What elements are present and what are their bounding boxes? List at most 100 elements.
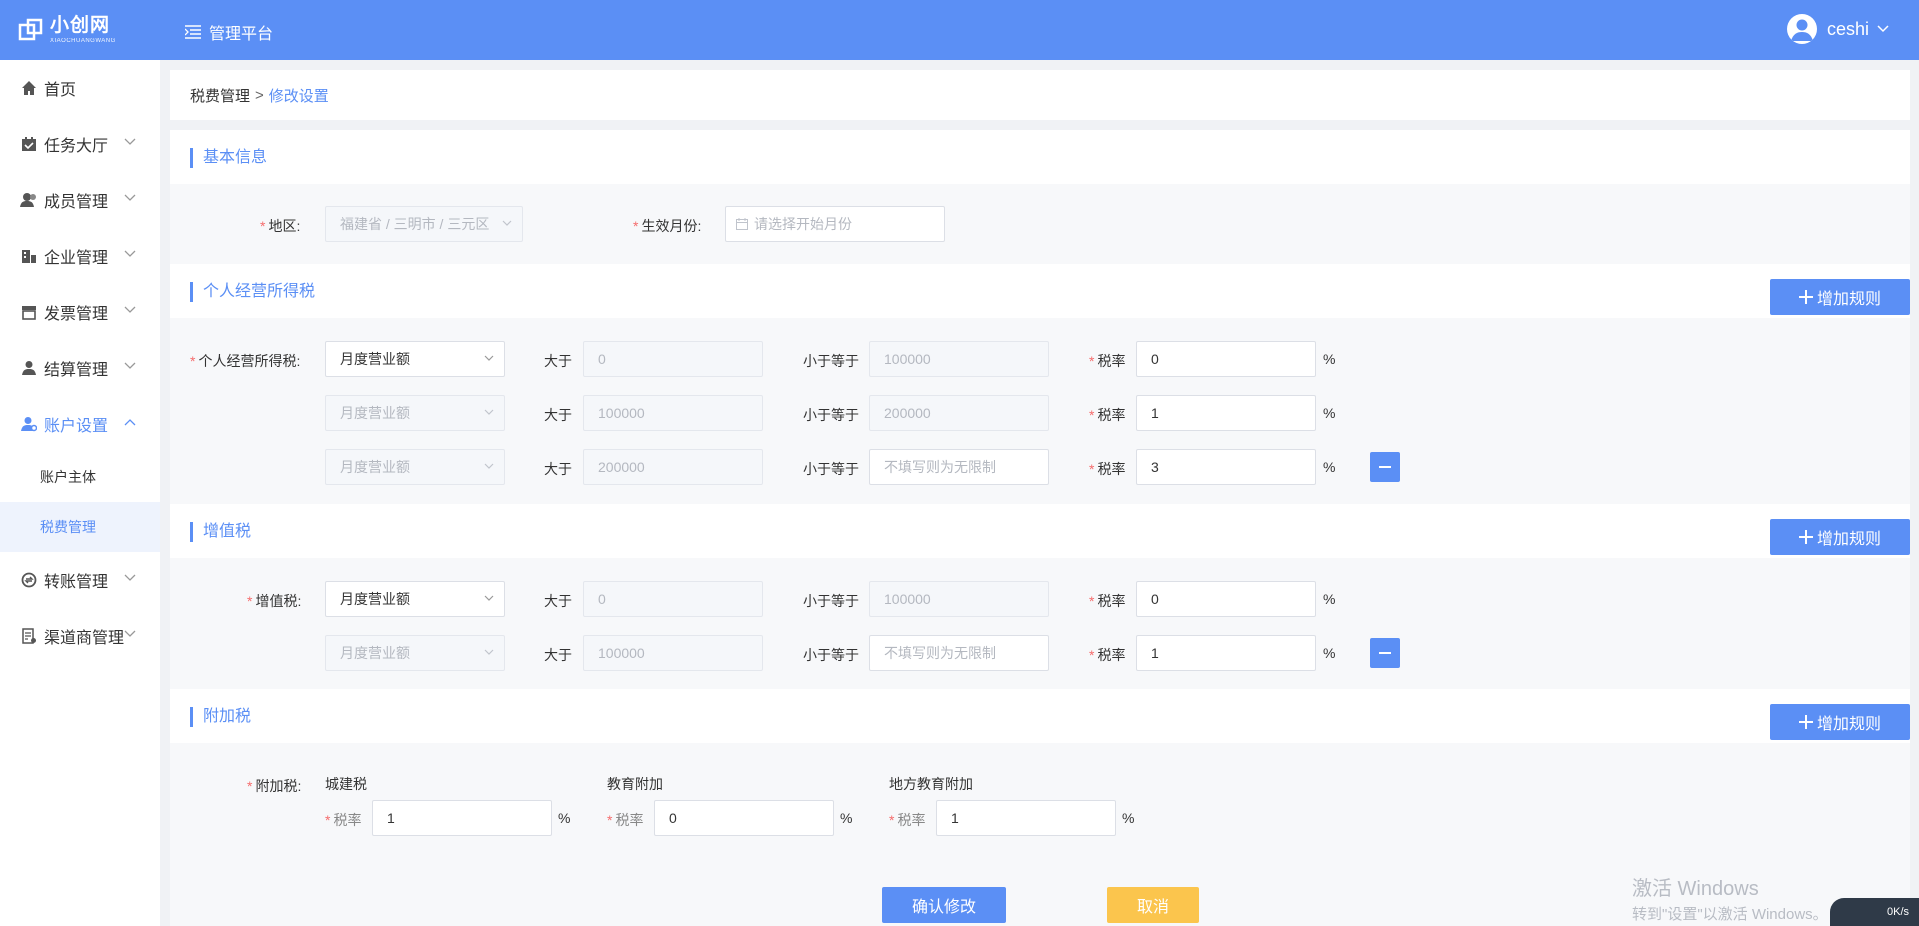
surtax-rate-input-local-education[interactable]: 1 <box>936 800 1116 836</box>
gt-label: 大于 <box>544 407 572 423</box>
task-icon <box>20 135 38 153</box>
sidebar-subitem-label: 税费管理 <box>40 519 96 535</box>
section-title-surtax: 附加税 <box>190 707 251 727</box>
rate-label: * 税率 <box>1089 407 1126 423</box>
sidebar-item-invoice[interactable]: 发票管理 <box>0 284 160 340</box>
vat-rate-input-2[interactable]: 1 <box>1136 635 1316 671</box>
gt-label: 大于 <box>544 461 572 477</box>
chevron-down-icon <box>124 630 136 637</box>
home-icon <box>20 79 38 97</box>
personal-gt-input-1[interactable]: 0 <box>583 341 763 377</box>
add-rule-label: 增加规则 <box>1816 716 1881 733</box>
lte-label: 小于等于 <box>803 461 859 477</box>
breadcrumb-separator: > <box>255 86 264 104</box>
add-rule-label: 增加规则 <box>1816 531 1881 548</box>
region-label: * 地区: <box>260 218 301 234</box>
vat-field-label: * 增值税: <box>247 593 302 609</box>
percent-sign: % <box>558 810 571 826</box>
surtax-item-name: 教育附加 <box>607 776 663 792</box>
sidebar-item-settlement[interactable]: 结算管理 <box>0 340 160 396</box>
remove-rule-button[interactable] <box>1370 638 1400 668</box>
sidebar-item-transfer[interactable]: 转账管理 <box>0 552 160 608</box>
personal-tax-header: 个人经营所得税 增加规则 <box>170 264 1910 318</box>
lte-label: 小于等于 <box>803 593 859 609</box>
surtax-rate-input-education[interactable]: 0 <box>654 800 834 836</box>
vat-gt-input-2[interactable]: 100000 <box>583 635 763 671</box>
personal-gt-input-2[interactable]: 100000 <box>583 395 763 431</box>
top-bar: 小创网 XIAOCHUANGWANG 管理平台 ceshi <box>0 0 1919 60</box>
sidebar-item-enterprise[interactable]: 企业管理 <box>0 228 160 284</box>
sidebar-item-tasks[interactable]: 任务大厅 <box>0 116 160 172</box>
personal-rate-input-1[interactable]: 0 <box>1136 341 1316 377</box>
personal-gt-input-3[interactable]: 200000 <box>583 449 763 485</box>
plus-icon <box>1798 715 1813 729</box>
logo-title: 小创网 <box>50 15 111 36</box>
surtax-item-name: 地方教育附加 <box>889 776 973 792</box>
chevron-up-icon <box>124 419 136 426</box>
main-content: 基本信息 * 地区: 福建省 / 三明市 / 三元区 * 生效月份: 请选择开始月份… <box>170 130 1910 926</box>
personal-lte-input-3[interactable]: 不填写则为无限制 <box>869 449 1049 485</box>
sidebar-item-members[interactable]: 成员管理 <box>0 172 160 228</box>
region-select[interactable]: 福建省 / 三明市 / 三元区 <box>325 206 523 242</box>
vat-lte-input-1[interactable]: 100000 <box>869 581 1049 617</box>
network-speed-value: 0K/s <box>1886 906 1909 918</box>
sidebar-item-account-settings[interactable]: 账户设置 <box>0 396 160 452</box>
cancel-button[interactable]: 取消 <box>1107 887 1199 923</box>
settlement-icon <box>20 359 38 377</box>
confirm-button[interactable]: 确认修改 <box>882 887 1006 923</box>
gt-label: 大于 <box>544 593 572 609</box>
add-rule-label: 增加规则 <box>1816 291 1881 308</box>
percent-sign: % <box>1323 591 1336 607</box>
month-placeholder: 请选择开始月份 <box>754 216 852 232</box>
percent-sign: % <box>1122 810 1135 826</box>
logo[interactable]: 小创网 XIAOCHUANGWANG <box>18 16 116 44</box>
percent-sign: % <box>1323 405 1336 421</box>
personal-type-select-1[interactable]: 月度营业额 <box>325 341 505 377</box>
chevron-down-icon <box>484 463 494 469</box>
add-rule-button-surtax[interactable]: 增加规则 <box>1770 704 1910 740</box>
calendar-icon <box>736 218 748 230</box>
sidebar-subitem-account-entity[interactable]: 账户主体 <box>0 452 160 502</box>
sidebar-item-label: 结算管理 <box>44 362 109 379</box>
lte-label: 小于等于 <box>803 647 859 663</box>
vat-type-select-1[interactable]: 月度营业额 <box>325 581 505 617</box>
surtax-rate-input-urban[interactable]: 1 <box>372 800 552 836</box>
minus-icon <box>1379 652 1391 654</box>
percent-sign: % <box>1323 459 1336 475</box>
vat-rate-input-1[interactable]: 0 <box>1136 581 1316 617</box>
vat-lte-input-2[interactable]: 不填写则为无限制 <box>869 635 1049 671</box>
personal-lte-input-2[interactable]: 200000 <box>869 395 1049 431</box>
chevron-down-icon <box>124 362 136 369</box>
add-rule-button-vat[interactable]: 增加规则 <box>1770 519 1910 555</box>
chevron-down-icon <box>484 409 494 415</box>
account-icon <box>20 415 38 433</box>
network-speed-widget[interactable]: 0K/s <box>1830 898 1919 926</box>
sidebar-item-channel[interactable]: 渠道商管理 <box>0 608 160 664</box>
personal-rate-input-2[interactable]: 1 <box>1136 395 1316 431</box>
chevron-down-icon <box>124 574 136 581</box>
personal-type-select-2[interactable]: 月度营业额 <box>325 395 505 431</box>
menu-toggle[interactable]: 管理平台 <box>185 20 273 44</box>
remove-rule-button[interactable] <box>1370 452 1400 482</box>
vat-gt-input-1[interactable]: 0 <box>583 581 763 617</box>
transfer-icon <box>20 571 38 589</box>
month-picker[interactable]: 请选择开始月份 <box>725 206 945 242</box>
chevron-down-icon <box>124 194 136 201</box>
personal-type-select-3[interactable]: 月度营业额 <box>325 449 505 485</box>
user-menu[interactable]: ceshi <box>1786 14 1889 44</box>
rate-label: * 税率 <box>1089 647 1126 663</box>
add-rule-button-personal[interactable]: 增加规则 <box>1770 279 1910 315</box>
chevron-down-icon <box>124 306 136 313</box>
personal-rate-input-3[interactable]: 3 <box>1136 449 1316 485</box>
sidebar-subitem-tax-management[interactable]: 税费管理 <box>0 502 160 552</box>
lte-label: 小于等于 <box>803 407 859 423</box>
vat-type-select-2[interactable]: 月度营业额 <box>325 635 505 671</box>
channel-icon <box>20 627 38 645</box>
personal-field-label: * 个人经营所得税: <box>190 353 301 369</box>
breadcrumb-parent[interactable]: 税费管理 <box>190 85 250 106</box>
sidebar-item-home[interactable]: 首页 <box>0 60 160 116</box>
personal-lte-input-1[interactable]: 100000 <box>869 341 1049 377</box>
minus-icon <box>1379 466 1391 468</box>
percent-sign: % <box>840 810 853 826</box>
sidebar-item-label: 成员管理 <box>44 194 109 211</box>
